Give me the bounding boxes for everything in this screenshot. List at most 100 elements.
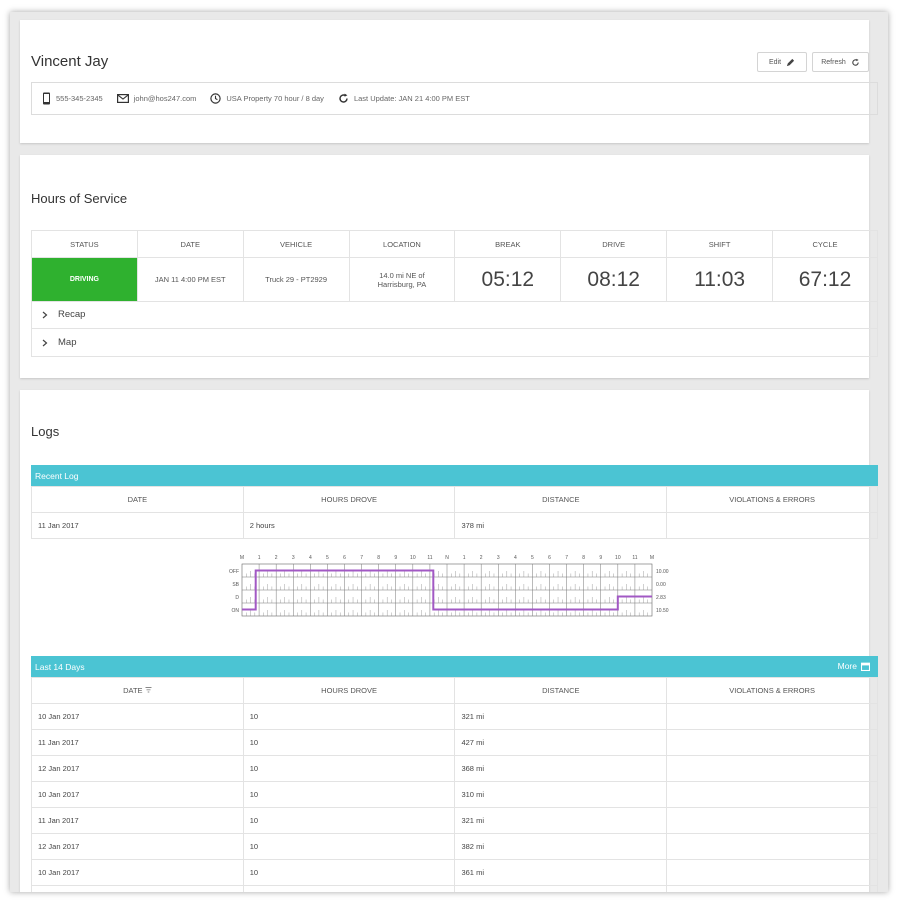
hos-table: STATUS DATE VEHICLE LOCATION BREAK DRIVE… <box>31 230 878 302</box>
table-row[interactable]: 10 Jan 2017 10 321 mi <box>31 703 878 730</box>
days-col-violations: VIOLATIONS & ERRORS <box>666 677 878 704</box>
hour-label: 9 <box>599 555 602 561</box>
recent-col-hours: HOURS DROVE <box>242 486 456 513</box>
phone-icon <box>43 92 50 105</box>
hour-label: 4 <box>514 555 517 561</box>
hour-label: 5 <box>531 555 534 561</box>
hour-label: 8 <box>377 555 380 561</box>
last-update-info: Last Update: JAN 21 4:00 PM EST <box>338 93 470 104</box>
cycle-rule: USA Property 70 hour / 8 day <box>226 94 324 103</box>
day-distance: 368 mi <box>454 755 668 782</box>
chevron-right-icon <box>42 339 48 346</box>
day-hours: 10 <box>242 729 456 756</box>
more-link[interactable]: More <box>838 661 870 671</box>
edit-button[interactable]: Edit <box>757 52 807 72</box>
day-violations <box>666 833 878 860</box>
day-hours: 10 <box>242 833 456 860</box>
row-labels: OFF SB D ON <box>229 569 240 614</box>
status-badge: DRIVING <box>31 257 138 302</box>
day-date: 11 Jan 2017 <box>31 885 244 892</box>
day-distance: 427 mi <box>454 729 668 756</box>
hour-labels: M 1 2 3 4 5 6 7 8 9 10 11 N 1 2 3 4 5 6 7 8 9 10 11 M <box>240 555 654 561</box>
clock-icon <box>210 93 222 104</box>
cycle-time: 67:12 <box>772 257 878 302</box>
day-violations <box>666 755 878 782</box>
recent-col-violations: VIOLATIONS & ERRORS <box>666 486 878 513</box>
table-row[interactable]: 11 Jan 2017 10 427 mi <box>31 729 878 756</box>
days-col-distance: DISTANCE <box>454 677 668 704</box>
hour-label: 5 <box>326 555 329 561</box>
days-col-date[interactable]: DATE <box>31 677 244 704</box>
pencil-icon <box>786 58 795 66</box>
hours-of-service-card: Hours of Service STATUS DATE VEHICLE LOC… <box>20 155 878 378</box>
table-row[interactable]: 10 Jan 2017 10 361 mi <box>31 859 878 886</box>
hos-date: JAN 11 4:00 PM EST <box>136 257 244 302</box>
table-row[interactable]: 11 Jan 201710470 mi <box>31 885 878 892</box>
table-row[interactable]: 11 Jan 2017 10 321 mi <box>31 807 878 834</box>
day-violations <box>666 885 878 892</box>
hour-label: 9 <box>394 555 397 561</box>
cycle-info: USA Property 70 hour / 8 day <box>210 93 324 104</box>
phone-number[interactable]: 555-345-2345 <box>56 94 103 103</box>
day-violations <box>666 859 878 886</box>
more-label: More <box>837 661 857 671</box>
day-hours: 10 <box>242 807 456 834</box>
recent-log-header-row: DATE HOURS DROVE DISTANCE VIOLATIONS & E… <box>31 486 878 513</box>
hos-col-vehicle: VEHICLE <box>242 230 350 258</box>
recent-date: 11 Jan 2017 <box>31 512 244 539</box>
hos-col-cycle: CYCLE <box>772 230 878 258</box>
day-date: 10 Jan 2017 <box>31 859 244 886</box>
hour-label: 6 <box>343 555 346 561</box>
log-totals: 10.00 0.00 2.83 10.50 <box>656 569 669 614</box>
recent-col-distance: DISTANCE <box>454 486 668 513</box>
recent-log-label: Recent Log <box>35 470 79 481</box>
recap-label: Recap <box>58 309 86 320</box>
day-date: 12 Jan 2017 <box>31 833 244 860</box>
day-hours: 10 <box>242 781 456 808</box>
day-violations <box>666 781 878 808</box>
logs-section-title: Logs <box>31 424 60 439</box>
shift-time: 11:03 <box>666 257 774 302</box>
hour-label: 10 <box>410 555 416 561</box>
hos-status-row: DRIVING JAN 11 4:00 PM EST Truck 29 - PT… <box>31 257 878 302</box>
hos-location: 14.0 mi NE of Harrisburg, PA <box>348 257 456 302</box>
last-14-days-label: Last 14 Days <box>35 661 85 672</box>
driver-info-bar: 555-345-2345 john@hos247.com USA Propert… <box>31 82 878 115</box>
recent-log-table: DATE HOURS DROVE DISTANCE VIOLATIONS & E… <box>31 486 878 539</box>
hour-label: 7 <box>360 555 363 561</box>
refresh-button[interactable]: Refresh <box>812 52 869 72</box>
email-address[interactable]: john@hos247.com <box>134 94 197 103</box>
hour-label: 1 <box>463 555 466 561</box>
day-violations <box>666 703 878 730</box>
row-total: 0.00 <box>656 582 666 588</box>
recap-expander[interactable]: Recap <box>31 301 878 329</box>
day-distance: 470 mi <box>454 885 668 892</box>
hour-label: N <box>445 555 449 561</box>
recent-distance: 378 mi <box>454 512 668 539</box>
recent-log-header: Recent Log <box>31 465 878 486</box>
table-row[interactable]: 11 Jan 2017 2 hours 378 mi <box>31 512 878 539</box>
phone-info: 555-345-2345 <box>42 92 103 105</box>
edit-button-label: Edit <box>768 58 782 66</box>
hos-col-break: BREAK <box>454 230 562 258</box>
hour-label: M <box>650 555 654 561</box>
table-row[interactable]: 10 Jan 2017 10 310 mi <box>31 781 878 808</box>
map-expander[interactable]: Map <box>31 329 878 357</box>
day-distance: 321 mi <box>454 703 668 730</box>
row-total: 2.83 <box>656 595 666 601</box>
day-date: 10 Jan 2017 <box>31 703 244 730</box>
day-hours: 10 <box>242 859 456 886</box>
hour-label: 11 <box>632 555 637 561</box>
hour-label: 3 <box>292 555 295 561</box>
table-row[interactable]: 12 Jan 2017 10 368 mi <box>31 755 878 782</box>
day-hours: 10 <box>242 885 456 892</box>
day-distance: 361 mi <box>454 859 668 886</box>
hos-vehicle[interactable]: Truck 29 - PT2929 <box>242 257 350 302</box>
driver-header-card: Vincent Jay Edit Refresh 555-345-2345 jo… <box>20 20 878 143</box>
hour-label: 2 <box>275 555 278 561</box>
row-label: OFF <box>229 569 239 575</box>
location-line-2: Harrisburg, PA <box>377 279 427 289</box>
hour-label: 6 <box>548 555 551 561</box>
calendar-icon <box>861 662 870 671</box>
table-row[interactable]: 12 Jan 2017 10 382 mi <box>31 833 878 860</box>
